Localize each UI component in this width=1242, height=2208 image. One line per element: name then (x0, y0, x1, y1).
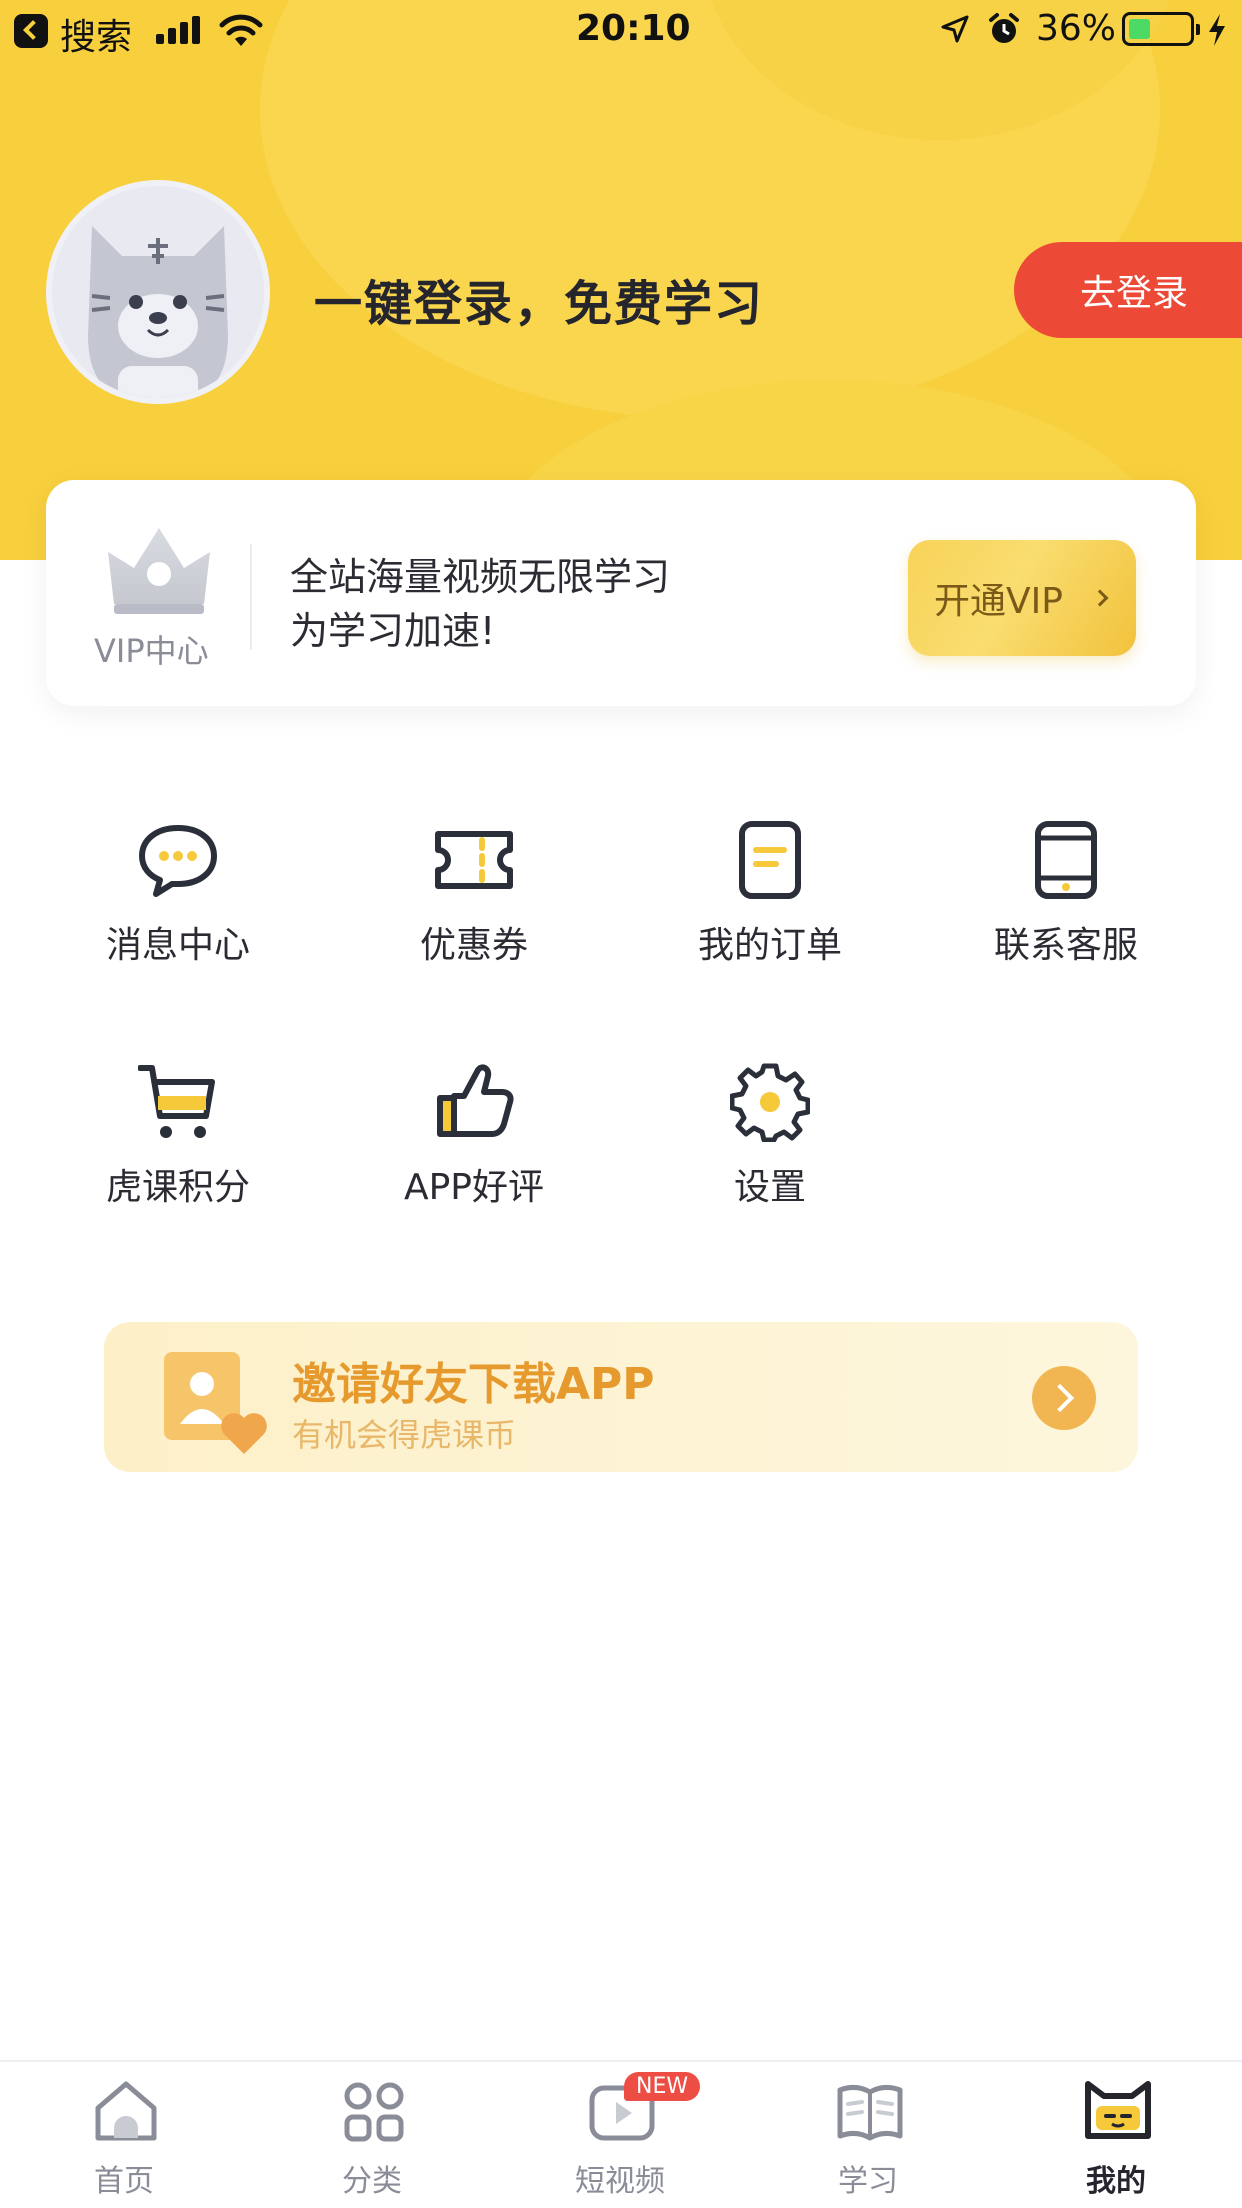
cart-icon (138, 1065, 215, 1138)
battery-icon (1122, 12, 1200, 46)
avatar[interactable] (46, 180, 270, 404)
menu-item-points[interactable]: 虎课积分 (48, 1062, 308, 1232)
open-vip-button[interactable]: 开通VIP (908, 540, 1136, 656)
status-bar: 搜索 20:10 36% (0, 0, 1242, 62)
menu-label: 优惠券 (419, 925, 528, 966)
thumbs-up-icon (437, 1064, 514, 1137)
vip-card[interactable]: VIP中心 全站海量视频无限学习 为学习加速! 开通VIP (46, 480, 1196, 706)
home-icon (95, 2081, 157, 2141)
tab-label: 首页 (94, 2164, 154, 2199)
tab-home[interactable]: 首页 (0, 2078, 248, 2206)
wifi-icon (219, 14, 263, 46)
crown-icon (108, 528, 210, 614)
back-arrow-icon[interactable] (14, 14, 48, 48)
menu-label: 联系客服 (993, 925, 1138, 966)
tab-label: 学习 (838, 2164, 898, 2199)
menu-item-settings[interactable]: 设置 (640, 1062, 900, 1232)
back-to-search-link[interactable]: 搜索 (60, 8, 132, 60)
chat-bubble-icon (139, 825, 217, 897)
tab-label: 短视频 (575, 2164, 665, 2199)
menu-label: 我的订单 (697, 925, 842, 966)
vip-divider (250, 544, 252, 650)
menu-label: 消息中心 (105, 925, 250, 966)
tab-study[interactable]: 学习 (744, 2078, 992, 2206)
login-prompt: 一键登录，免费学习 (314, 276, 765, 332)
menu-item-coupons[interactable]: 优惠券 (344, 820, 604, 990)
tab-label: 我的 (1086, 2164, 1146, 2199)
alarm-clock-icon (989, 13, 1019, 43)
open-vip-label: 开通VIP (934, 581, 1063, 622)
menu-item-messages[interactable]: 消息中心 (48, 820, 308, 990)
vip-center-label: VIP中心 (94, 632, 209, 670)
tab-short-video[interactable]: NEW 短视频 (496, 2072, 744, 2206)
new-badge: NEW (624, 2072, 701, 2101)
cat-face-icon (1085, 2081, 1151, 2139)
tab-label: 分类 (342, 2164, 402, 2199)
clock-time: 20:10 (576, 8, 691, 49)
menu-label: 虎课积分 (105, 1167, 250, 1208)
grid-icon (344, 2082, 404, 2142)
menu-label: 设置 (733, 1167, 806, 1208)
login-button[interactable]: 去登录 (1014, 242, 1242, 338)
invite-title: 邀请好友下载APP (292, 1359, 655, 1410)
invite-friend-icon (164, 1352, 267, 1454)
tab-categories[interactable]: 分类 (248, 2078, 496, 2206)
chevron-right-circle-icon[interactable] (1032, 1366, 1096, 1430)
invite-friends-banner[interactable]: 邀请好友下载APP 有机会得虎课币 (104, 1322, 1138, 1472)
chevron-right-icon (1091, 589, 1109, 607)
menu-item-orders[interactable]: 我的订单 (640, 820, 900, 990)
vip-promo-line2: 为学习加速! (290, 609, 496, 653)
gear-icon (730, 1063, 810, 1142)
book-icon (837, 2084, 903, 2141)
invite-subtitle: 有机会得虎课币 (292, 1416, 517, 1454)
cellular-signal-icon (156, 16, 204, 44)
charging-bolt-icon (1209, 14, 1225, 46)
bottom-tab-bar: 首页 分类 NEW 短视频 学习 我的 (0, 2060, 1242, 2208)
location-arrow-icon (941, 15, 969, 43)
menu-label: APP好评 (403, 1167, 545, 1208)
order-document-icon (739, 821, 801, 899)
tiger-avatar-icon (52, 186, 264, 398)
menu-item-app-review[interactable]: APP好评 (344, 1062, 604, 1232)
phone-icon (1035, 821, 1097, 899)
vip-promo-line1: 全站海量视频无限学习 (290, 555, 671, 599)
battery-percentage: 36% (1036, 8, 1117, 49)
menu-item-customer-service[interactable]: 联系客服 (936, 820, 1196, 990)
tab-mine[interactable]: 我的 (992, 2078, 1240, 2206)
coupon-ticket-icon (435, 831, 513, 889)
